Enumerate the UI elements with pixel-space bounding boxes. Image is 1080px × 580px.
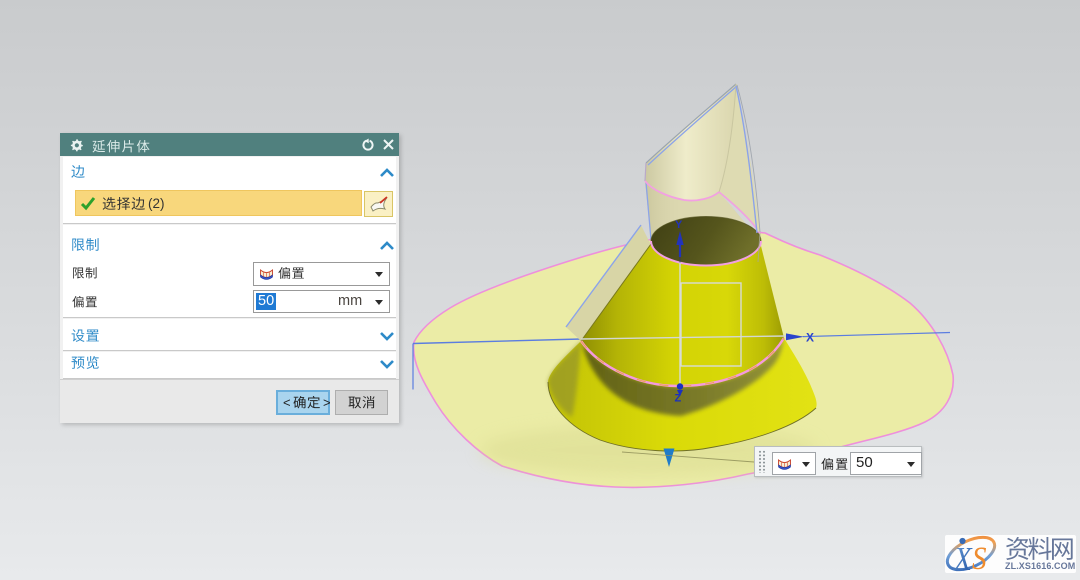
svg-text:X: X <box>806 331 814 345</box>
svg-text:X: X <box>952 540 973 573</box>
svg-text:Y: Y <box>675 219 683 231</box>
svg-text:S: S <box>972 539 987 573</box>
svg-text:Z: Z <box>675 393 682 405</box>
